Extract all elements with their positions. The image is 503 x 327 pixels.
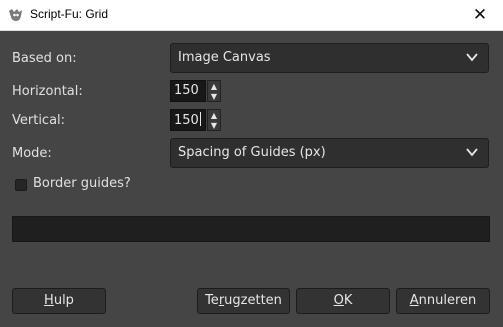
gimp-wilber-icon bbox=[9, 9, 22, 21]
reset-button[interactable]: Terugzetten bbox=[197, 288, 290, 314]
ok-button[interactable]: OK bbox=[296, 288, 390, 314]
mode-select[interactable]: Spacing of Guides (px) bbox=[170, 138, 489, 168]
vertical-input-field[interactable]: 150 bbox=[170, 109, 206, 131]
vertical-input: 150 bbox=[174, 113, 199, 128]
vertical-spin-arrows[interactable]: ▲ ▼ bbox=[207, 109, 221, 131]
spin-down-icon[interactable]: ▼ bbox=[209, 92, 219, 101]
horizontal-spinbutton[interactable]: 150 ▲ ▼ bbox=[170, 80, 222, 102]
chevron-down-icon bbox=[466, 148, 478, 157]
mode-value: Spacing of Guides (px) bbox=[178, 145, 326, 160]
border-guides-label[interactable]: Border guides? bbox=[33, 176, 131, 191]
text-cursor bbox=[199, 112, 201, 126]
vertical-spinbutton[interactable]: 150 ▲ ▼ bbox=[170, 109, 222, 131]
border-guides-checkbox[interactable] bbox=[15, 179, 27, 191]
dialog-content: Based on: Image Canvas Horizontal: 150 ▲… bbox=[0, 31, 503, 327]
close-icon: ✕ bbox=[472, 5, 488, 25]
cancel-button[interactable]: Annuleren bbox=[396, 288, 490, 314]
based-on-label: Based on: bbox=[12, 51, 77, 66]
title-bar: Script-Fu: Grid ✕ bbox=[0, 0, 503, 31]
spin-up-icon[interactable]: ▲ bbox=[209, 82, 219, 91]
progress-bar bbox=[12, 216, 490, 242]
window-title: Script-Fu: Grid bbox=[30, 7, 109, 21]
close-button[interactable]: ✕ bbox=[457, 0, 503, 30]
spin-up-icon[interactable]: ▲ bbox=[209, 111, 219, 120]
based-on-select[interactable]: Image Canvas bbox=[170, 43, 489, 73]
help-button[interactable]: Hulp bbox=[12, 288, 106, 314]
horizontal-spin-arrows[interactable]: ▲ ▼ bbox=[207, 80, 221, 102]
spin-down-icon[interactable]: ▼ bbox=[209, 121, 219, 130]
mode-label: Mode: bbox=[12, 146, 52, 161]
chevron-down-icon bbox=[466, 53, 478, 62]
based-on-value: Image Canvas bbox=[178, 50, 271, 65]
vertical-label: Vertical: bbox=[12, 113, 66, 128]
horizontal-label: Horizontal: bbox=[12, 84, 83, 99]
horizontal-input[interactable]: 150 bbox=[170, 80, 206, 102]
